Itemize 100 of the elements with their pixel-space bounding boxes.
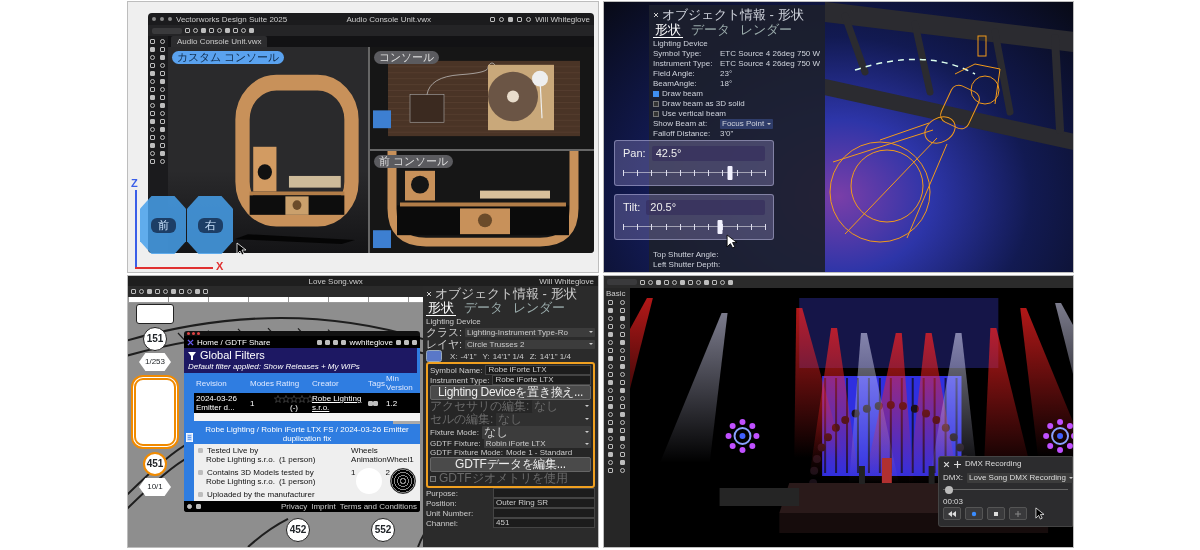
view-label[interactable]: 前 コンソール	[374, 155, 454, 168]
slider-label: Pan:	[623, 147, 646, 160]
wheels-title: Wheels	[351, 446, 379, 455]
view-cube-face[interactable]: 右	[187, 196, 233, 254]
person-count: (1 person)	[278, 455, 316, 464]
input-field[interactable]: 451	[493, 518, 595, 528]
field-label: DMX:	[943, 473, 963, 483]
axis-label: X	[216, 261, 224, 272]
panel-title: オブジェクト情報 - 形状	[435, 287, 577, 301]
field-label: Falloff Distance:	[653, 129, 712, 139]
slider-reading: 20.5°	[646, 200, 765, 215]
time-readout: 00:03	[943, 497, 965, 507]
field-label: GDTF Fixture:	[430, 439, 481, 448]
field-label: Purpose:	[426, 488, 460, 498]
creator-link[interactable]: Robe Lighting s.r.o.	[312, 394, 368, 412]
field-value: ETC Source 4 26deg 750 W	[720, 59, 821, 69]
field-label: BeamAngle:	[653, 79, 698, 89]
badge-title: Contains 3D Models tested by	[207, 468, 314, 477]
axis-label: Z	[131, 178, 138, 189]
tab[interactable]: レンダー	[511, 301, 567, 316]
field-label: Position:	[426, 498, 458, 508]
checkbox-label: Draw beam as 3D solid	[662, 99, 745, 109]
checkbox-label: Draw beam	[662, 89, 703, 99]
rating-count: (-)	[290, 402, 298, 412]
action-button[interactable]: GDTFデータを編集...	[430, 457, 591, 472]
table-cell-text: 2024-03-26 Emitter d...	[196, 394, 238, 412]
column-header[interactable]: Modes	[250, 378, 276, 388]
breadcrumb[interactable]: Home / GDTF Share	[197, 337, 271, 347]
tab[interactable]: レンダー	[738, 22, 794, 38]
dropdown[interactable]: Circle Trusses 2	[465, 339, 595, 349]
dropdown[interactable]: Robin iForte LTX	[483, 439, 591, 448]
field-label: レイヤ:	[426, 338, 463, 350]
field-label: Symbol Name:	[430, 365, 483, 375]
input-field[interactable]: Robe iForte LTX	[485, 365, 591, 375]
field-label: クラス:	[426, 326, 463, 338]
file-name: Love Song.vwx	[308, 276, 363, 286]
creator-name: Robe Lighting s.r.o.	[206, 455, 275, 464]
dropdown[interactable]: Lighting-Instrument Type-Ro	[465, 327, 595, 337]
table-cell-text: 1	[250, 398, 256, 408]
column-header[interactable]: Revision	[196, 378, 250, 388]
field-label: Channel:	[426, 518, 460, 528]
field-value: -4'1"	[460, 351, 477, 361]
tab[interactable]: 形状	[426, 301, 456, 316]
view-cube-face[interactable]: 前	[140, 196, 186, 254]
column-header[interactable]: Tags	[368, 378, 386, 388]
user-name: Will Whiteglove	[539, 276, 594, 286]
fixture-number: 552	[371, 518, 395, 542]
tab[interactable]: データ	[689, 22, 732, 38]
field-label: Left Shutter Depth:	[653, 260, 722, 270]
footer-link[interactable]: Imprint	[311, 502, 336, 511]
tab[interactable]: 形状	[653, 22, 683, 38]
unit-label: 1/253	[139, 353, 171, 371]
wheel-name: AnimationWheel1	[351, 455, 415, 464]
fixture-number: 151	[143, 327, 167, 351]
table-cell-text: 1.2	[386, 398, 399, 408]
footer-link[interactable]: Privacy	[280, 502, 308, 511]
palette-title: Basic	[606, 289, 627, 298]
section-title: Lighting Device	[653, 39, 709, 49]
field-label: Instrument Type:	[430, 375, 490, 385]
field-value: 3'0"	[720, 129, 734, 139]
field-value: Mode 1 - Standard	[505, 448, 573, 457]
field-label: X:	[450, 351, 458, 361]
tab[interactable]: データ	[462, 301, 505, 316]
view-label[interactable]: カスタム コンソール	[172, 51, 285, 64]
field-label: Symbol Type:	[653, 49, 703, 59]
dropdown[interactable]: Focus Point	[720, 119, 774, 129]
field-label: Y:	[482, 351, 490, 361]
field-label: Instrument Type:	[653, 59, 714, 69]
field-label: アクセサリの編集:	[430, 400, 530, 413]
view-label[interactable]: コンソール	[374, 51, 439, 64]
filter-note: Default filter applied: Show Releases + My WIPs	[188, 362, 361, 371]
creator-name: Robe Lighting s.r.o.	[206, 477, 275, 486]
app-name: Vectorworks Design Suite 2025	[176, 14, 288, 24]
column-header[interactable]: Rating	[276, 378, 312, 388]
column-header[interactable]: Min Version	[386, 374, 418, 392]
field-value: ETC Source 4 26deg 750 W	[720, 49, 821, 59]
action-button[interactable]: Lighting Deviceを置き換え...	[430, 385, 591, 400]
field-value: 23°	[720, 69, 733, 79]
fixture-number: 451	[143, 452, 167, 476]
dropdown[interactable]: Love Song DMX Recording	[967, 473, 1073, 483]
column-header[interactable]: Creator	[312, 378, 368, 388]
field-value: 18°	[720, 79, 733, 89]
badge-title: Tested Live by	[207, 446, 259, 455]
table-row[interactable]: 2024-03-26 Emitter d... 1 (-) Robe Lighting s.r.o. 1.2	[194, 393, 420, 413]
dropdown[interactable]: なし	[481, 426, 591, 439]
section-title: Lighting Device	[426, 317, 482, 326]
field-label: Fixture Mode:	[430, 428, 479, 437]
file-name: Audio Console Unit.vwx	[346, 14, 431, 24]
field-value: 14'1" 1/4	[539, 351, 571, 361]
slot-number: 2	[385, 468, 390, 477]
field-label: Show Beam at:	[653, 119, 709, 129]
document-tab[interactable]: Audio Console Unit.vwx	[171, 36, 268, 47]
slider-label: Tilt:	[623, 201, 641, 214]
badge-title: Uploaded by the manufacturer	[207, 490, 315, 499]
footer-link[interactable]: Terms and Conditions	[339, 502, 417, 511]
user-name: Will Whiteglove	[535, 14, 590, 24]
slider-reading: 42.5°	[651, 146, 765, 161]
detail-title: Robe Lighting / Robin iForte LTX FS / 2024-03-26 Emitter duplication fix	[194, 424, 420, 444]
user-name: wwhiteglove	[349, 337, 393, 347]
field-value: 14'1" 1/4	[492, 351, 524, 361]
